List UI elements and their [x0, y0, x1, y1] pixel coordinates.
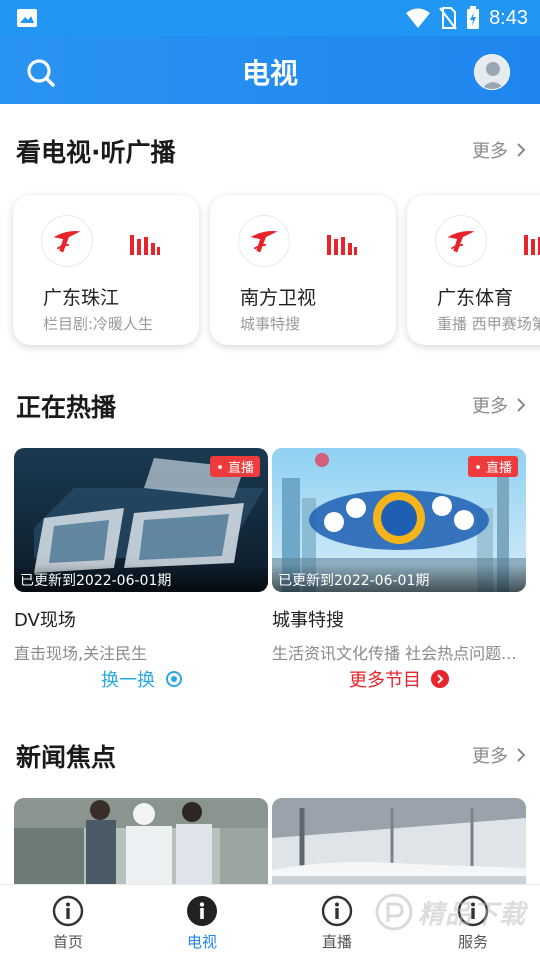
tab-home[interactable]: 首页 — [28, 895, 108, 952]
section-tv-radio: 看电视·听广播 更多 — [0, 133, 540, 173]
live-badge: • 直播 — [468, 456, 518, 477]
section-title: 新闻焦点 — [16, 743, 117, 772]
image-notification-icon — [17, 9, 37, 27]
update-caption: 已更新到2022-06-01期 — [272, 564, 526, 592]
gdtv-logo-icon — [41, 215, 93, 267]
section-hot: 正在热播 更多 — [0, 388, 540, 428]
battery-charging-icon — [467, 6, 480, 29]
more-label: 更多 — [472, 746, 508, 767]
watermark-logo-icon — [375, 893, 413, 931]
channel-program: 重播 西甲赛场第 — [437, 315, 540, 333]
audio-bars-icon — [327, 235, 357, 255]
live-badge: • 直播 — [210, 456, 260, 477]
info-circle-filled-icon — [187, 896, 217, 926]
audio-bars-icon — [524, 235, 540, 255]
news-thumbnail[interactable] — [14, 798, 268, 888]
chevron-right-icon — [517, 143, 526, 157]
show-description: 直击现场,关注民生 — [14, 644, 148, 663]
audio-bars-icon — [130, 235, 160, 255]
no-sim-icon — [439, 7, 457, 30]
news-thumbnail[interactable] — [272, 798, 526, 888]
show-card[interactable]: • 直播 已更新到2022-06-01期 DV现场 直击现场,关注民生 — [14, 448, 268, 664]
tab-live[interactable]: 直播 — [297, 895, 377, 952]
wifi-icon — [406, 8, 431, 28]
update-caption: 已更新到2022-06-01期 — [14, 564, 268, 592]
tab-label: 直播 — [321, 933, 352, 951]
show-title: DV现场 — [14, 610, 76, 631]
channel-program: 栏目剧:冷暖人生 — [43, 315, 154, 333]
refresh-icon — [166, 671, 182, 687]
channel-card[interactable]: 广东珠江 栏目剧:冷暖人生 — [13, 195, 199, 345]
watermark: 精品下载 — [374, 892, 526, 932]
status-time: 8:43 — [489, 6, 528, 29]
tab-label: 首页 — [52, 933, 83, 951]
page-title: 电视 — [241, 57, 298, 90]
channel-name: 广东体育 — [437, 287, 514, 309]
refresh-button[interactable]: 换一换 — [101, 666, 183, 692]
tab-label: 电视 — [186, 933, 217, 951]
channel-carousel[interactable]: 广东珠江 栏目剧:冷暖人生 南方卫视 城事特搜 广东体育 重播 西甲赛场第 — [0, 180, 540, 366]
news-photo-train — [272, 798, 526, 888]
status-bar: 8:43 — [0, 0, 540, 36]
show-description: 生活资讯文化传播 社会热点问题... — [272, 644, 517, 663]
watermark-text: 精品下载 — [417, 899, 526, 930]
news-photo-crowd — [14, 798, 268, 888]
more-label: 更多 — [472, 141, 508, 162]
chevron-right-icon — [517, 748, 526, 762]
more-programs-label: 更多节目 — [349, 670, 421, 691]
more-link[interactable]: 更多 — [472, 137, 526, 163]
channel-card[interactable]: 南方卫视 城事特搜 — [210, 195, 396, 345]
more-link[interactable]: 更多 — [472, 742, 526, 768]
info-circle-icon — [321, 895, 353, 927]
more-link[interactable]: 更多 — [472, 392, 526, 418]
show-title: 城事特搜 — [272, 610, 344, 631]
channel-name: 南方卫视 — [240, 287, 317, 309]
refresh-label: 换一换 — [101, 670, 155, 691]
info-circle-icon — [52, 895, 84, 927]
app-bar: 电视 — [0, 36, 540, 104]
more-programs-button[interactable]: 更多节目 — [349, 666, 449, 692]
show-thumbnail[interactable]: • 直播 已更新到2022-06-01期 — [272, 448, 526, 592]
chevron-right-icon — [517, 398, 526, 412]
show-thumbnail[interactable]: • 直播 已更新到2022-06-01期 — [14, 448, 268, 592]
gdtv-logo-icon — [435, 215, 487, 267]
tab-tv[interactable]: 电视 — [162, 895, 242, 952]
section-title: 正在热播 — [16, 393, 117, 422]
avatar[interactable] — [474, 54, 510, 90]
channel-program: 城事特搜 — [240, 315, 301, 333]
section-title: 看电视·听广播 — [16, 138, 176, 167]
channel-card[interactable]: 广东体育 重播 西甲赛场第 — [407, 195, 540, 345]
section-news: 新闻焦点 更多 — [0, 738, 540, 778]
arrow-right-circle-icon — [431, 670, 449, 688]
tab-label: 服务 — [457, 933, 488, 951]
more-label: 更多 — [472, 396, 508, 417]
gdtv-logo-icon — [238, 215, 290, 267]
channel-name: 广东珠江 — [43, 287, 120, 309]
show-card[interactable]: • 直播 已更新到2022-06-01期 城事特搜 生活资讯文化传播 社会热点问… — [272, 448, 526, 664]
